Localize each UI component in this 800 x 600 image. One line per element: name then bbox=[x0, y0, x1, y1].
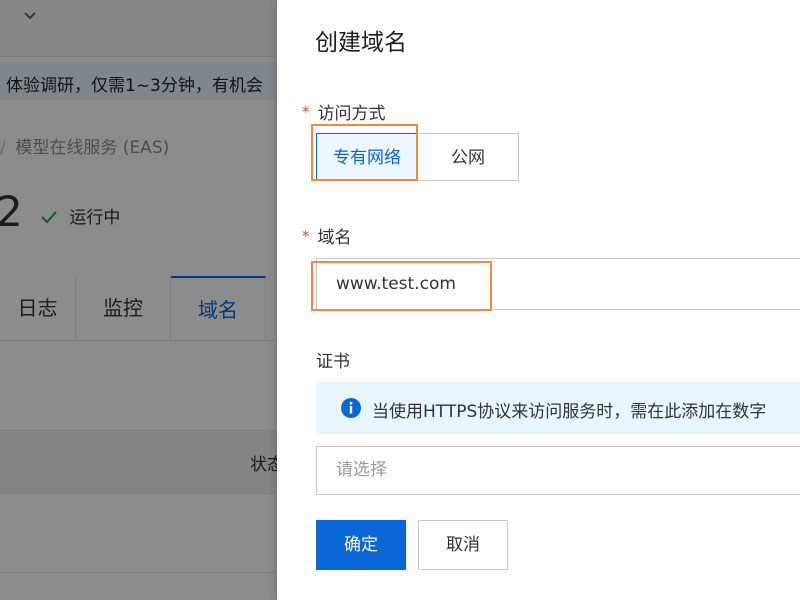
access-method-label: * 访问方式 bbox=[302, 99, 386, 124]
certificate-select[interactable]: 请选择 bbox=[316, 446, 800, 495]
radio-vpc[interactable]: 专有网络 bbox=[316, 133, 418, 181]
screen: 体验调研，仅需1~3分钟，有机会 / 模型在线服务 (EAS) 2 运行中 日志… bbox=[0, 0, 800, 600]
certificate-info-alert: 当使用HTTPS协议来访问服务时，需在此添加在数字 bbox=[316, 382, 800, 434]
certificate-label: 证书 bbox=[316, 352, 350, 372]
radio-public[interactable]: 公网 bbox=[418, 133, 519, 181]
domain-label-text: 域名 bbox=[317, 228, 352, 248]
certificate-info-text: 当使用HTTPS协议来访问服务时，需在此添加在数字 bbox=[372, 402, 767, 422]
required-marker: * bbox=[302, 227, 310, 245]
access-method-label-text: 访问方式 bbox=[317, 104, 386, 124]
required-marker: * bbox=[302, 103, 310, 121]
cancel-button[interactable]: 取消 bbox=[418, 520, 508, 570]
create-domain-drawer: 创建域名 * 访问方式 专有网络 公网 * 域名 www.test.com 证书 bbox=[277, 0, 800, 600]
confirm-button[interactable]: 确定 bbox=[316, 520, 406, 570]
info-icon bbox=[340, 397, 362, 419]
domain-label: * 域名 bbox=[302, 223, 352, 248]
domain-input[interactable]: www.test.com bbox=[316, 258, 800, 310]
drawer-title: 创建域名 bbox=[315, 30, 407, 56]
